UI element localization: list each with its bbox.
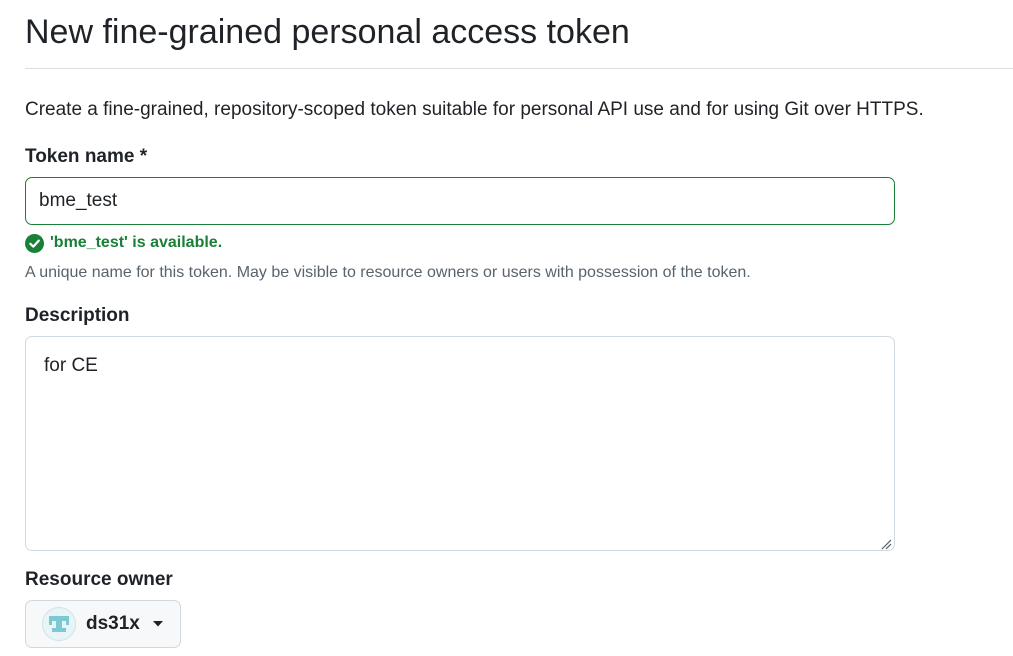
token-name-validation: 'bme_test' is available. [25, 232, 222, 254]
token-name-hint: A unique name for this token. May be vis… [25, 264, 751, 281]
token-name-label: Token name * [25, 146, 148, 167]
resize-handle-icon[interactable] [880, 537, 892, 550]
page-title: New fine-grained personal access token [25, 13, 630, 51]
token-name-input[interactable] [25, 177, 895, 225]
validation-message: 'bme_test' is available. [50, 234, 223, 251]
description-label: Description [25, 305, 130, 326]
page-intro: Create a fine-grained, repository-scoped… [25, 99, 924, 120]
resource-owner-name: ds31x [86, 613, 140, 634]
caret-down-icon [152, 620, 164, 628]
description-textarea[interactable]: for CE [25, 336, 895, 551]
resource-owner-label: Resource owner [25, 569, 173, 590]
resource-owner-dropdown[interactable]: ds31x [25, 600, 181, 648]
check-circle-fill-icon [25, 233, 44, 253]
title-divider [25, 68, 1013, 69]
identicon-avatar [42, 607, 76, 641]
